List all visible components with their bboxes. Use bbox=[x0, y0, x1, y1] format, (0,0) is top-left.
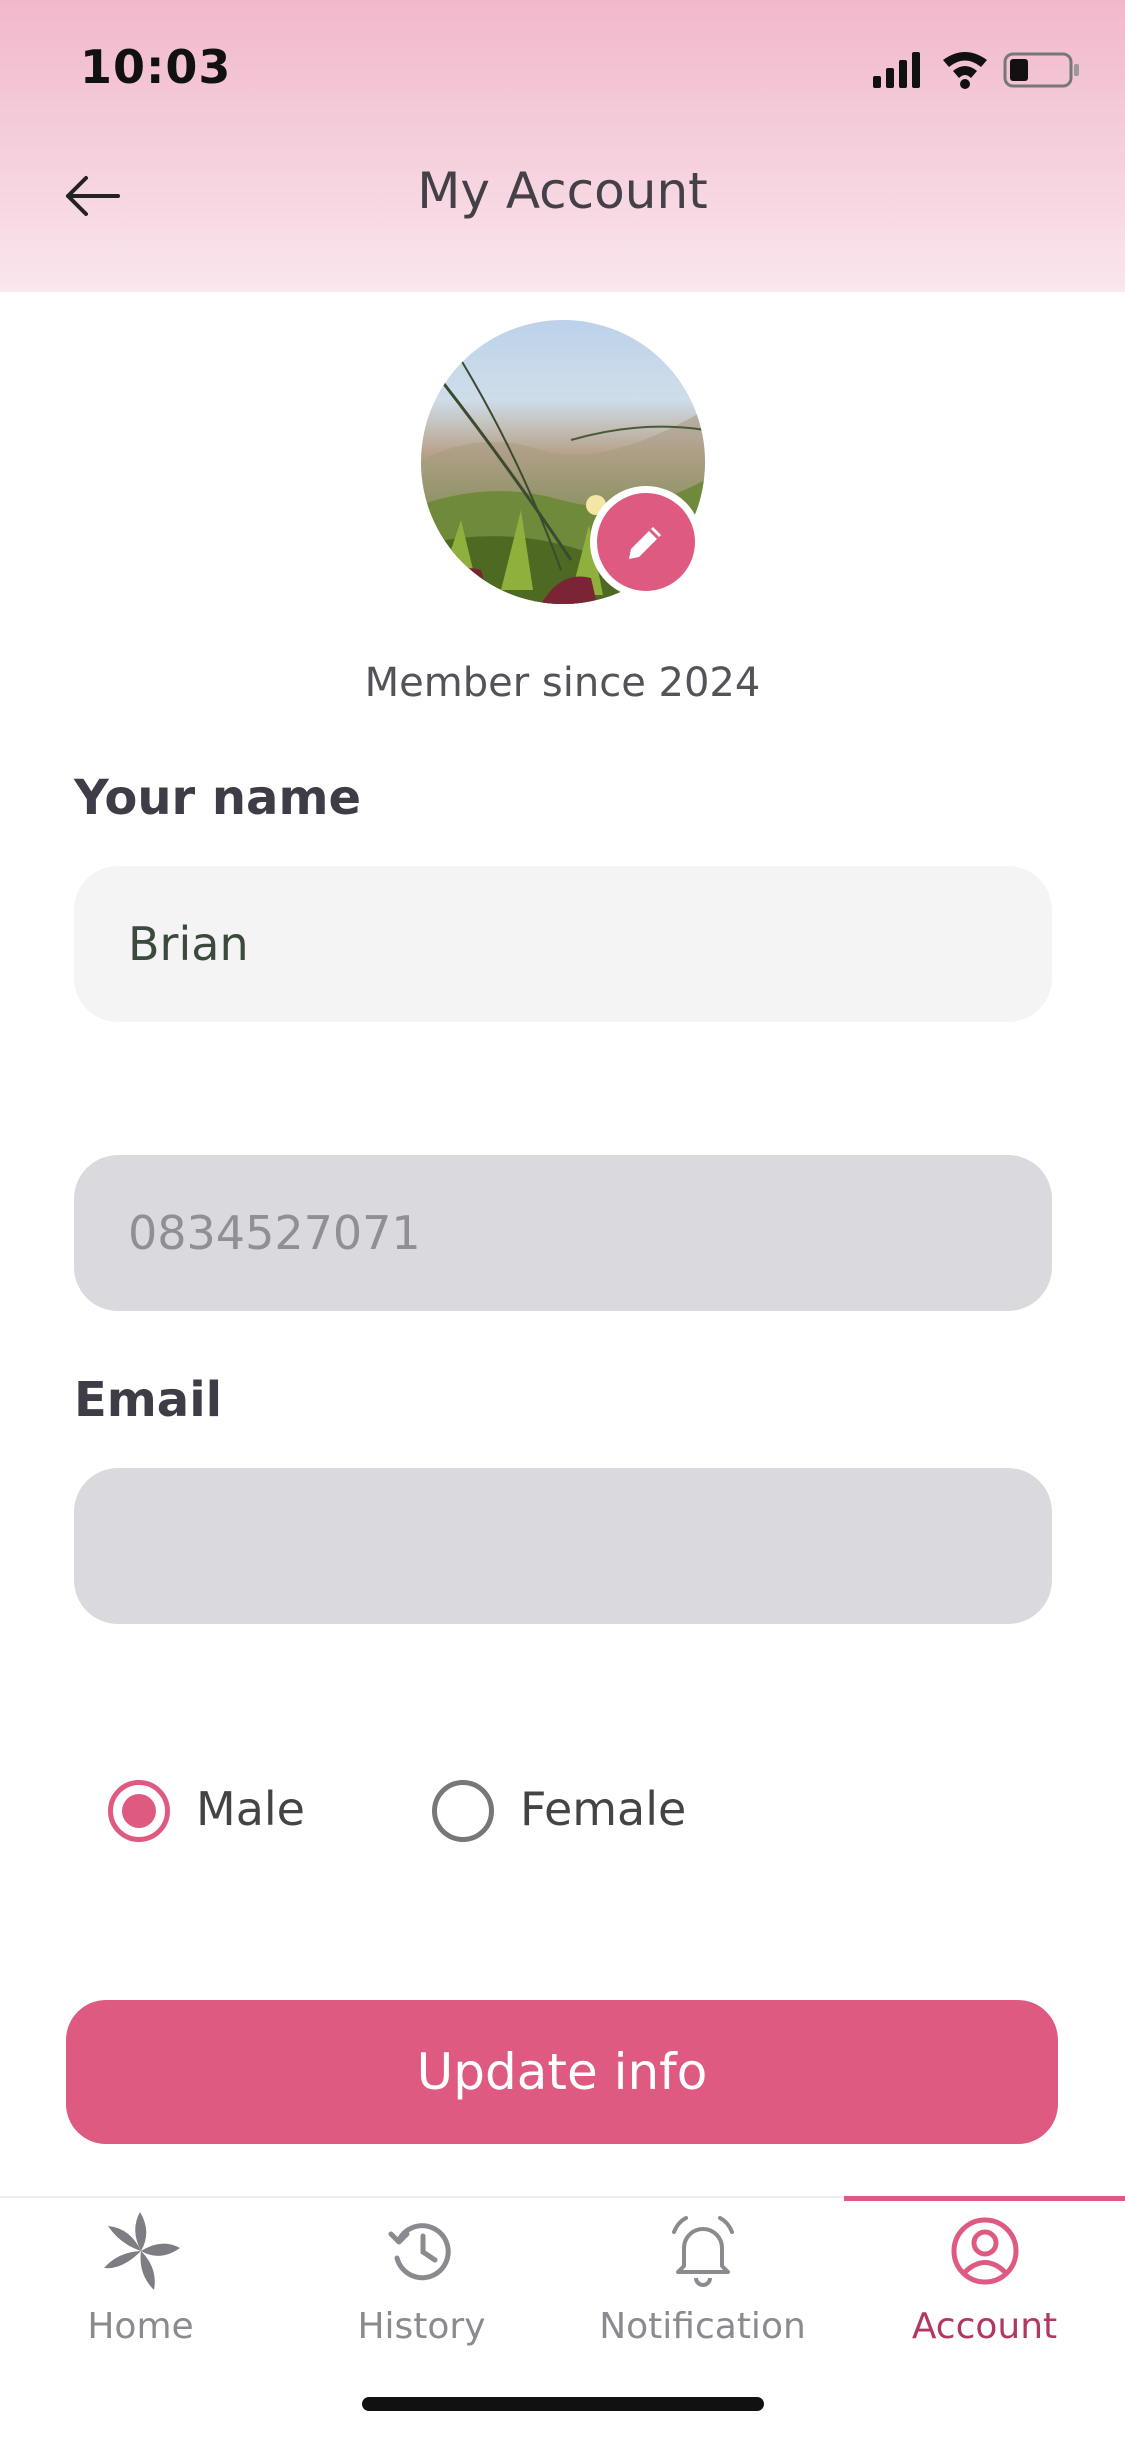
name-field[interactable]: Brian bbox=[74, 866, 1052, 1022]
edit-avatar-button[interactable] bbox=[590, 486, 702, 598]
app-header: 10:03 My Account bbox=[0, 0, 1125, 292]
email-label: Email bbox=[74, 1372, 223, 1428]
tab-label: Home bbox=[87, 2306, 194, 2347]
home-indicator bbox=[362, 2397, 764, 2411]
member-since-text: Member since 2024 bbox=[364, 660, 761, 706]
status-time: 10:03 bbox=[80, 40, 232, 94]
profile-avatar-container bbox=[421, 320, 705, 604]
cellular-signal-icon bbox=[873, 52, 920, 88]
name-label: Your name bbox=[74, 770, 362, 826]
male-radio-label[interactable]: Male bbox=[196, 1782, 305, 1836]
account-icon bbox=[951, 2217, 1019, 2285]
male-radio[interactable] bbox=[108, 1780, 170, 1842]
tab-label: Notification bbox=[599, 2306, 806, 2347]
email-field[interactable] bbox=[74, 1468, 1052, 1624]
radio-selected-dot bbox=[122, 1794, 156, 1828]
tab-home[interactable]: Home bbox=[0, 2198, 281, 2398]
wifi-icon bbox=[943, 52, 987, 89]
battery-icon bbox=[1003, 52, 1079, 88]
gender-selector: Male Female bbox=[0, 1780, 1125, 1846]
pencil-icon bbox=[629, 527, 661, 559]
tab-notification[interactable]: Notification bbox=[562, 2198, 843, 2398]
bell-icon bbox=[672, 2216, 734, 2287]
tab-label: Account bbox=[911, 2306, 1058, 2347]
female-radio-label[interactable]: Female bbox=[520, 1782, 686, 1836]
female-radio[interactable] bbox=[432, 1780, 494, 1842]
status-icons bbox=[873, 52, 1079, 89]
home-flower-icon bbox=[104, 2212, 180, 2290]
update-info-button[interactable]: Update info bbox=[66, 2000, 1058, 2144]
tab-account[interactable]: Account bbox=[844, 2198, 1125, 2398]
phone-field[interactable]: 0834527071 bbox=[74, 1155, 1052, 1311]
page-title: My Account bbox=[417, 162, 708, 220]
history-icon bbox=[388, 2223, 451, 2281]
tab-label: History bbox=[357, 2306, 486, 2347]
tab-history[interactable]: History bbox=[281, 2198, 562, 2398]
